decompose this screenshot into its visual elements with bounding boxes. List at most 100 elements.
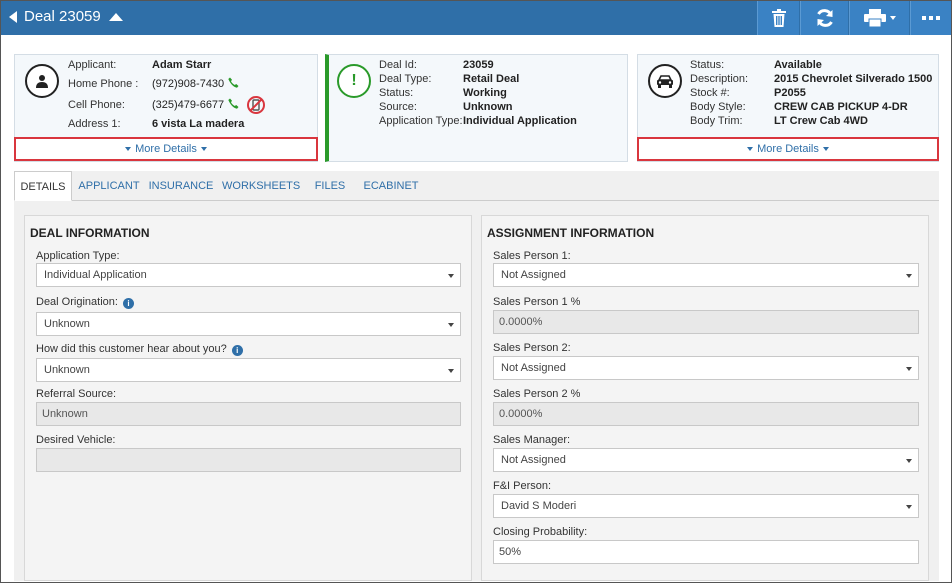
- vehicle-body-style-label: Body Style:: [690, 101, 746, 113]
- applicant-label: Applicant:: [68, 59, 117, 71]
- address-value: 6 vista La madera: [152, 118, 245, 130]
- address-label: Address 1:: [68, 118, 121, 130]
- hear-about-select[interactable]: Unknown: [36, 358, 461, 382]
- fi-person-select[interactable]: David S Moderi: [493, 494, 919, 518]
- sales-person-1-label: Sales Person 1:: [493, 250, 571, 262]
- assignment-information-heading: ASSIGNMENT INFORMATION: [487, 226, 655, 240]
- vehicle-status-label: Status:: [690, 59, 725, 71]
- deal-source-value: Unknown: [463, 101, 513, 113]
- assignment-information-section: ASSIGNMENT INFORMATION Sales Person 1: N…: [481, 215, 929, 581]
- desired-vehicle-label: Desired Vehicle:: [36, 434, 116, 446]
- page-title: Deal 23059: [24, 8, 101, 25]
- vehicle-description-label: Description:: [690, 73, 749, 85]
- chevron-down-icon: [889, 16, 896, 20]
- vehicle-status-value: Available: [774, 59, 822, 71]
- sales-person-1-pct-field: 0.0000%: [493, 310, 919, 334]
- deal-information-heading: DEAL INFORMATION: [30, 226, 150, 240]
- caret-down-icon: [200, 147, 207, 151]
- cell-phone-link[interactable]: (325)479-6677: [152, 99, 224, 111]
- tab-worksheets[interactable]: WORKSHEETS: [222, 171, 300, 201]
- info-icon[interactable]: i: [231, 345, 243, 356]
- deal-status-value: Working: [463, 87, 507, 99]
- ellipsis-icon: [922, 16, 940, 20]
- print-button[interactable]: [849, 1, 909, 35]
- tab-applicant[interactable]: APPLICANT: [76, 171, 142, 201]
- deal-origination-value: Unknown: [44, 318, 90, 330]
- referral-source-label: Referral Source:: [36, 388, 117, 400]
- sales-manager-label: Sales Manager:: [493, 434, 571, 446]
- vehicle-stock-label: Stock #:: [690, 87, 730, 99]
- delete-button[interactable]: [757, 1, 799, 35]
- deal-id-value: 23059: [463, 59, 494, 71]
- no-sms-icon[interactable]: [246, 95, 266, 118]
- sales-manager-value: Not Assigned: [501, 454, 566, 466]
- closing-probability-label: Closing Probability:: [493, 526, 588, 538]
- phone-icon[interactable]: [228, 77, 239, 91]
- deal-source-label: Source:: [379, 101, 417, 113]
- caret-down-icon: [747, 147, 754, 151]
- tab-details[interactable]: DETAILS: [14, 171, 72, 201]
- sales-person-1-select[interactable]: Not Assigned: [493, 263, 919, 287]
- tab-insurance[interactable]: INSURANCE: [148, 171, 214, 201]
- hear-about-label: How did this customer hear about you?: [36, 343, 227, 355]
- car-icon: [648, 64, 682, 98]
- vehicle-description-value: 2015 Chevrolet Silverado 1500: [774, 73, 933, 85]
- home-phone-link[interactable]: (972)908-7430: [152, 78, 224, 90]
- vehicle-more-details-button[interactable]: More Details: [637, 137, 939, 161]
- hear-about-value: Unknown: [44, 364, 90, 376]
- sales-person-2-value: Not Assigned: [501, 362, 566, 374]
- tab-files[interactable]: FILES: [310, 171, 350, 201]
- trash-icon: [771, 9, 786, 27]
- deal-status-label: Status:: [379, 87, 414, 99]
- fi-person-label: F&I Person:: [493, 480, 552, 492]
- vehicle-body-style-value: CREW CAB PICKUP 4-DR: [774, 101, 908, 113]
- fi-person-value: David S Moderi: [501, 500, 577, 512]
- top-bar: Deal 23059: [1, 1, 951, 35]
- referral-source-field: Unknown: [36, 402, 461, 426]
- sales-person-2-pct-field: 0.0000%: [493, 402, 919, 426]
- deal-origination-select[interactable]: Unknown: [36, 312, 461, 336]
- application-type-select[interactable]: Individual Application: [36, 263, 461, 287]
- sales-person-2-pct-label: Sales Person 2 %: [493, 388, 581, 400]
- refresh-button[interactable]: [800, 1, 848, 35]
- caret-down-icon: [822, 147, 829, 151]
- vehicle-body-trim-value: LT Crew Cab 4WD: [774, 115, 868, 127]
- deal-type-label: Deal Type:: [379, 73, 432, 85]
- more-details-label: More Details: [135, 143, 197, 155]
- phone-icon[interactable]: [228, 98, 239, 112]
- tab-content: DEAL INFORMATION Application Type: Indiv…: [14, 201, 939, 581]
- deal-information-section: DEAL INFORMATION Application Type: Indiv…: [24, 215, 472, 581]
- deal-panel: ! Deal Id: 23059 Deal Type: Retail Deal …: [325, 54, 628, 162]
- home-phone-label[interactable]: Home Phone :: [68, 78, 138, 90]
- chevron-down-icon: [448, 369, 454, 373]
- chevron-down-icon: [906, 459, 912, 463]
- deal-app-type-label: Application Type:: [379, 115, 463, 127]
- sales-person-2-select[interactable]: Not Assigned: [493, 356, 919, 380]
- triangle-up-icon[interactable]: [108, 12, 123, 21]
- alert-icon: !: [337, 64, 371, 98]
- chevron-down-icon: [448, 274, 454, 278]
- sales-manager-select[interactable]: Not Assigned: [493, 448, 919, 472]
- info-icon[interactable]: i: [122, 298, 134, 309]
- applicant-more-details-button[interactable]: More Details: [14, 137, 318, 161]
- tab-bar: DETAILS APPLICANT INSURANCE WORKSHEETS F…: [14, 171, 939, 201]
- triangle-left-icon[interactable]: [9, 10, 17, 23]
- application-type-label: Application Type:: [36, 250, 120, 262]
- desired-vehicle-field: [36, 448, 461, 472]
- closing-probability-input[interactable]: 50%: [493, 540, 919, 564]
- cell-phone-label[interactable]: Cell Phone:: [68, 99, 125, 111]
- more-actions-button[interactable]: [910, 1, 951, 35]
- chevron-down-icon: [448, 323, 454, 327]
- deal-title-button[interactable]: Deal 23059: [9, 8, 123, 25]
- hear-about-label-row: How did this customer hear about you? i: [36, 343, 243, 356]
- vehicle-stock-value: P2055: [774, 87, 806, 99]
- deal-origination-label-row: Deal Origination: i: [36, 296, 134, 309]
- deal-app-type-value: Individual Application: [463, 115, 577, 127]
- caret-down-icon: [125, 147, 132, 151]
- more-details-label: More Details: [757, 143, 819, 155]
- application-type-value: Individual Application: [44, 269, 147, 281]
- sales-person-1-pct-label: Sales Person 1 %: [493, 296, 581, 308]
- deal-id-label: Deal Id:: [379, 59, 417, 71]
- tab-ecabinet[interactable]: ECABINET: [360, 171, 422, 201]
- vehicle-body-trim-label: Body Trim:: [690, 115, 743, 127]
